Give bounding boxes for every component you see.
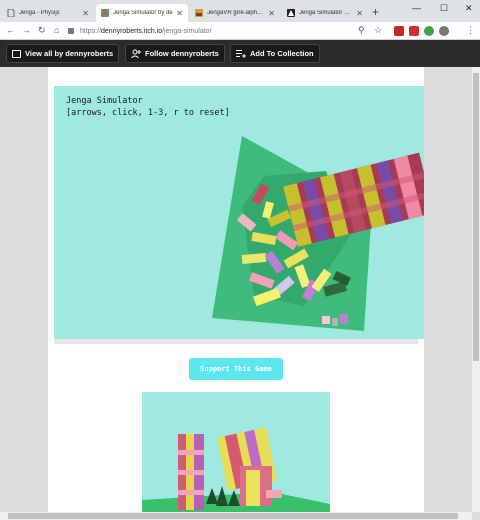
tab-title: Jenga - Physijs — [19, 10, 60, 16]
tab-jenga-simulator-s[interactable]: Jenga Simulator by S ✕ — [282, 4, 368, 22]
close-tab-icon[interactable]: ✕ — [356, 9, 363, 18]
game-controls-text: [arrows, click, 1-3, r to reset] — [66, 108, 230, 118]
reload-icon[interactable]: ↻ — [38, 25, 46, 36]
url-path: /jenga-simulator — [162, 27, 212, 35]
back-arrow-icon[interactable]: ← — [6, 25, 15, 35]
gallery-icon — [12, 49, 21, 58]
view-all-button[interactable]: View all by dennyroberts — [6, 44, 120, 63]
horizontal-scroll-thumb[interactable] — [8, 513, 458, 519]
extension-icon[interactable] — [394, 26, 404, 36]
page-icon — [7, 9, 15, 17]
game-frame: Jenga Simulator [arrows, click, 1-3, r t… — [54, 86, 424, 344]
jenga-scene-graphic — [212, 136, 424, 331]
tab-title: JengaVR [pre-alpha] b — [207, 10, 266, 16]
url-scheme: https:// — [80, 27, 102, 35]
itch-user-bar: View all by dennyroberts Follow dennyrob… — [0, 40, 480, 67]
game-page: Jenga Simulator [arrows, click, 1-3, r t… — [48, 67, 424, 512]
forward-arrow-icon[interactable]: → — [22, 25, 31, 35]
browser-tab-strip: Jenga - Physijs ✕ Jenga Simulator by de … — [0, 0, 480, 22]
minimize-icon[interactable]: — — [412, 3, 421, 13]
game-title: Jenga Simulator — [66, 96, 143, 106]
bookmark-star-icon[interactable]: ☆ — [374, 25, 382, 36]
address-bar[interactable]: https:// dennyroberts.itch.io /jenga-sim… — [68, 24, 356, 38]
tab-jengavr[interactable]: JengaVR [pre-alpha] b ✕ — [190, 4, 280, 22]
game-instructions-overlay: Jenga Simulator [arrows, click, 1-3, r t… — [66, 95, 230, 119]
menu-kebab-icon[interactable]: ⋮ — [466, 25, 475, 36]
collection-label: Add To Collection — [250, 49, 314, 58]
close-tab-icon[interactable]: ✕ — [82, 9, 89, 18]
close-tab-icon[interactable]: ✕ — [176, 9, 183, 18]
maximize-icon[interactable]: ☐ — [440, 3, 448, 14]
add-user-icon — [131, 49, 141, 58]
tab-jenga-physijs[interactable]: Jenga - Physijs ✕ — [2, 4, 94, 22]
lock-icon — [68, 28, 74, 34]
follow-label: Follow dennyroberts — [145, 49, 219, 58]
vertical-scroll-thumb[interactable] — [473, 73, 479, 361]
extension-icon[interactable] — [409, 26, 419, 36]
close-tab-icon[interactable]: ✕ — [268, 9, 275, 18]
add-to-collection-button[interactable]: Add To Collection — [230, 44, 320, 63]
tab-title: Jenga Simulator by de — [113, 10, 173, 16]
new-tab-plus-icon[interactable]: + — [372, 6, 379, 18]
game-favicon-icon — [195, 9, 203, 17]
game-screenshot[interactable] — [142, 392, 330, 512]
itch-favicon-icon — [101, 9, 109, 17]
jenga-screenshot-graphic — [142, 427, 330, 512]
support-this-game-button[interactable]: Support This Game — [189, 358, 283, 380]
browser-toolbar: ← → ↻ ⌂ https:// dennyroberts.itch.io /j… — [0, 22, 480, 40]
home-icon[interactable]: ⌂ — [54, 25, 59, 35]
horizontal-scrollbar[interactable] — [0, 512, 472, 520]
extension-icon[interactable] — [424, 26, 434, 36]
playlist-add-icon — [236, 50, 246, 58]
tab-jenga-simulator-active[interactable]: Jenga Simulator by de ✕ — [96, 4, 188, 22]
profile-avatar-icon[interactable] — [439, 26, 449, 36]
game-favicon-icon — [287, 9, 295, 17]
tab-title: Jenga Simulator by S — [299, 10, 354, 16]
vertical-scrollbar[interactable] — [472, 67, 480, 512]
zoom-icon[interactable]: ⚲ — [358, 25, 365, 36]
url-host: dennyroberts.itch.io — [101, 27, 163, 35]
view-all-label: View all by dennyroberts — [25, 49, 114, 58]
close-window-icon[interactable]: ✕ — [465, 3, 473, 14]
game-canvas[interactable]: Jenga Simulator [arrows, click, 1-3, r t… — [54, 86, 424, 339]
follow-button[interactable]: Follow dennyroberts — [125, 44, 225, 63]
